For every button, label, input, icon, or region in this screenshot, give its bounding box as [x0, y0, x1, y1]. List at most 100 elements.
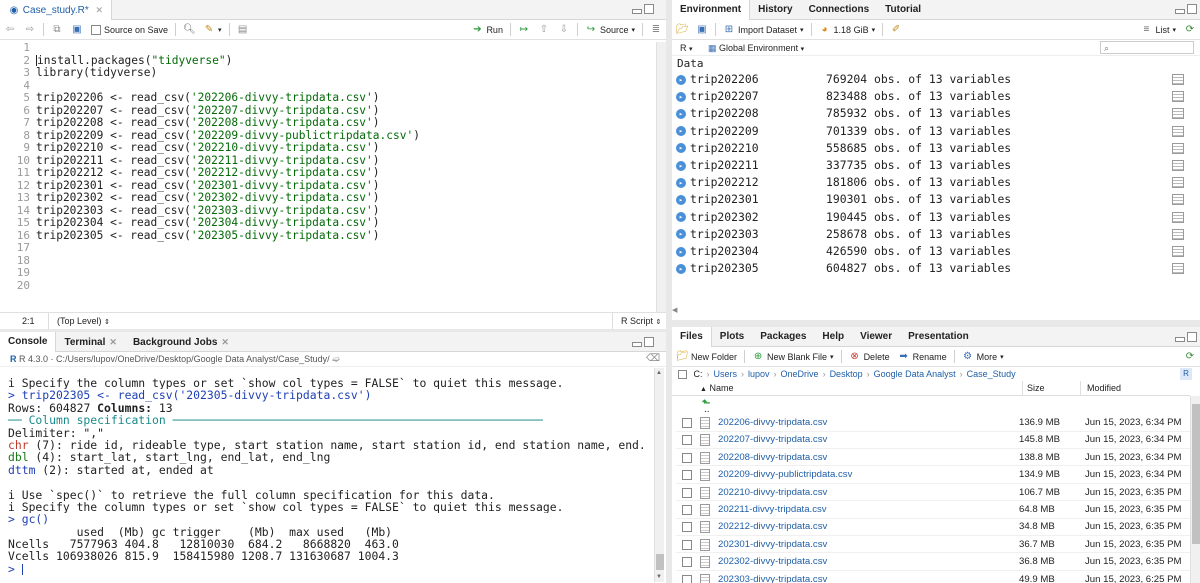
expand-icon[interactable]: ▸: [676, 91, 686, 102]
refresh-button[interactable]: ⟳: [1180, 21, 1200, 39]
breadcrumb-item[interactable]: Case_Study: [967, 369, 1016, 379]
view-table-icon[interactable]: [1172, 74, 1184, 85]
view-table-icon[interactable]: [1172, 142, 1184, 154]
scope-dropdown[interactable]: ▦ Global Environment ▾: [708, 40, 804, 58]
expand-icon[interactable]: ▸: [676, 246, 686, 257]
file-name-link[interactable]: 202211-divvy-tripdata.csv: [718, 501, 827, 519]
expand-icon[interactable]: ▸: [676, 74, 686, 85]
breadcrumb-item[interactable]: OneDrive: [781, 369, 819, 379]
file-row[interactable]: 202301-divvy-tripdata.csv 36.7 MB Jun 15, …: [676, 536, 1190, 554]
breadcrumb-item[interactable]: Users: [714, 369, 738, 379]
parent-directory-row[interactable]: ⬑ ..: [672, 396, 1190, 415]
files-scrollbar[interactable]: [1190, 396, 1200, 583]
tab-viewer[interactable]: Viewer: [852, 327, 900, 347]
file-checkbox[interactable]: [682, 487, 692, 498]
delete-button[interactable]: ⊗ Delete: [845, 348, 894, 366]
save-button[interactable]: ▣: [67, 21, 87, 39]
sort-by-modified[interactable]: Modified: [1080, 381, 1121, 396]
scroll-up-icon[interactable]: ▲: [656, 370, 662, 376]
file-checkbox[interactable]: [682, 505, 692, 515]
file-name-link[interactable]: 202302-divvy-tripdata.csv: [718, 553, 827, 571]
tab-packages[interactable]: Packages: [752, 327, 814, 347]
code-line[interactable]: 3 library(tidyverse): [0, 66, 660, 80]
console-scroll-thumb[interactable]: [656, 554, 664, 570]
file-checkbox[interactable]: [682, 522, 692, 533]
compile-report-button[interactable]: ▤: [233, 21, 253, 39]
find-button[interactable]: 🔍︎: [179, 21, 199, 39]
file-row[interactable]: 202207-divvy-tripdata.csv 145.8 MB Jun 15,…: [676, 431, 1190, 449]
tab-presentation[interactable]: Presentation: [900, 327, 977, 347]
tab-files[interactable]: Files: [672, 326, 712, 347]
clear-workspace-button[interactable]: ✐: [886, 21, 906, 39]
go-down-button[interactable]: ⇩: [554, 21, 574, 39]
expand-icon[interactable]: ▸: [676, 160, 686, 171]
tab-environment[interactable]: Environment: [672, 0, 751, 20]
show-in-window-button[interactable]: ⧉: [47, 21, 67, 39]
breadcrumb-item[interactable]: lupov: [748, 369, 770, 379]
tab-terminal[interactable]: Terminal ✕: [56, 332, 124, 352]
file-row[interactable]: 202210-divvy-tripdata.csv 106.7 MB Jun 15,…: [676, 484, 1190, 502]
code-line[interactable]: 19: [0, 266, 660, 280]
sort-by-size[interactable]: Size: [1022, 381, 1045, 396]
file-row[interactable]: 202212-divvy-tripdata.csv 34.8 MB Jun 15, …: [676, 518, 1190, 536]
source-on-save-toggle[interactable]: Source on Save: [87, 21, 172, 39]
file-checkbox[interactable]: [682, 557, 692, 568]
env-row[interactable]: ▸ trip202305 604827 obs. of 13 variables: [676, 260, 1186, 277]
expand-icon[interactable]: ▸: [676, 177, 686, 188]
breadcrumb-item[interactable]: Desktop: [830, 369, 863, 379]
rename-button[interactable]: ➡ Rename: [894, 348, 951, 366]
files-scroll-thumb[interactable]: [1192, 404, 1200, 544]
console-output[interactable]: i Specify the column types or set `show_…: [8, 372, 648, 582]
outline-button[interactable]: ≣: [646, 21, 666, 39]
env-row[interactable]: ▸ trip202211 337735 obs. of 13 variables: [676, 157, 1186, 174]
env-row[interactable]: ▸ trip202301 190301 obs. of 13 variables: [676, 191, 1186, 208]
tab-background-jobs[interactable]: Background Jobs ✕: [125, 332, 237, 352]
code-line[interactable]: 16 trip202305 <- read_csv('202305-divvy-t…: [0, 229, 660, 243]
expand-icon[interactable]: ▸: [676, 229, 686, 240]
env-row[interactable]: ▸ trip202210 558685 obs. of 13 variables: [676, 140, 1186, 157]
env-hscroll-left-icon[interactable]: ◀: [672, 306, 677, 314]
back-button[interactable]: ⇦: [0, 21, 20, 39]
clear-console-icon[interactable]: ⌫: [646, 354, 660, 364]
file-row[interactable]: 202206-divvy-tripdata.csv 136.9 MB Jun 15,…: [676, 414, 1190, 432]
code-line[interactable]: 20: [0, 279, 660, 293]
tab-tutorial[interactable]: Tutorial: [877, 0, 929, 20]
env-row[interactable]: ▸ trip202208 785932 obs. of 13 variables: [676, 105, 1186, 122]
breadcrumb-item[interactable]: C:: [694, 369, 703, 379]
console-scrollbar[interactable]: ▲ ▼: [654, 368, 664, 582]
env-row[interactable]: ▸ trip202206 769204 obs. of 13 variables: [676, 71, 1186, 88]
view-table-icon[interactable]: [1172, 91, 1184, 103]
list-view-button[interactable]: ≡ List ▾: [1136, 21, 1180, 39]
code-line[interactable]: 18: [0, 254, 660, 268]
breadcrumb-item[interactable]: Google Data Analyst: [874, 369, 956, 379]
save-workspace-button[interactable]: ▣: [692, 21, 712, 39]
env-row[interactable]: ▸ trip202304 426590 obs. of 13 variables: [676, 243, 1186, 260]
env-row[interactable]: ▸ trip202302 190445 obs. of 13 variables: [676, 209, 1186, 226]
minimize-icon[interactable]: [1175, 337, 1185, 342]
expand-icon[interactable]: ▸: [676, 126, 686, 137]
sort-by-name[interactable]: ▲ Name: [700, 381, 733, 397]
tab-help[interactable]: Help: [814, 327, 852, 347]
env-row[interactable]: ▸ trip202209 701339 obs. of 13 variables: [676, 123, 1186, 140]
file-checkbox[interactable]: [682, 539, 692, 550]
file-checkbox[interactable]: [682, 435, 692, 446]
expand-icon[interactable]: ▸: [676, 212, 686, 223]
file-name-link[interactable]: 202209-divvy-publictripdata.csv: [718, 466, 852, 484]
run-button[interactable]: ➔ Run: [467, 21, 507, 39]
open-folder-icon[interactable]: ➫: [332, 354, 340, 364]
file-name-link[interactable]: 202212-divvy-tripdata.csv: [718, 518, 827, 536]
load-workspace-button[interactable]: 📂︎: [672, 21, 692, 39]
close-icon[interactable]: ✕: [221, 337, 229, 347]
view-table-icon[interactable]: [1172, 125, 1184, 137]
go-up-button[interactable]: ⇧: [534, 21, 554, 39]
maximize-icon[interactable]: [1187, 4, 1197, 14]
file-row[interactable]: 202209-divvy-publictripdata.csv 134.9 MB J…: [676, 466, 1190, 484]
close-icon[interactable]: ✕: [96, 5, 104, 15]
file-name-link[interactable]: 202208-divvy-tripdata.csv: [718, 449, 827, 467]
minimize-icon[interactable]: [632, 9, 642, 14]
language-selector[interactable]: R ▾: [680, 40, 693, 58]
file-name-link[interactable]: 202206-divvy-tripdata.csv: [718, 414, 827, 432]
expand-icon[interactable]: ▸: [676, 108, 686, 119]
view-table-icon[interactable]: [1172, 177, 1184, 189]
file-row[interactable]: 202208-divvy-tripdata.csv 138.8 MB Jun 15,…: [676, 449, 1190, 467]
